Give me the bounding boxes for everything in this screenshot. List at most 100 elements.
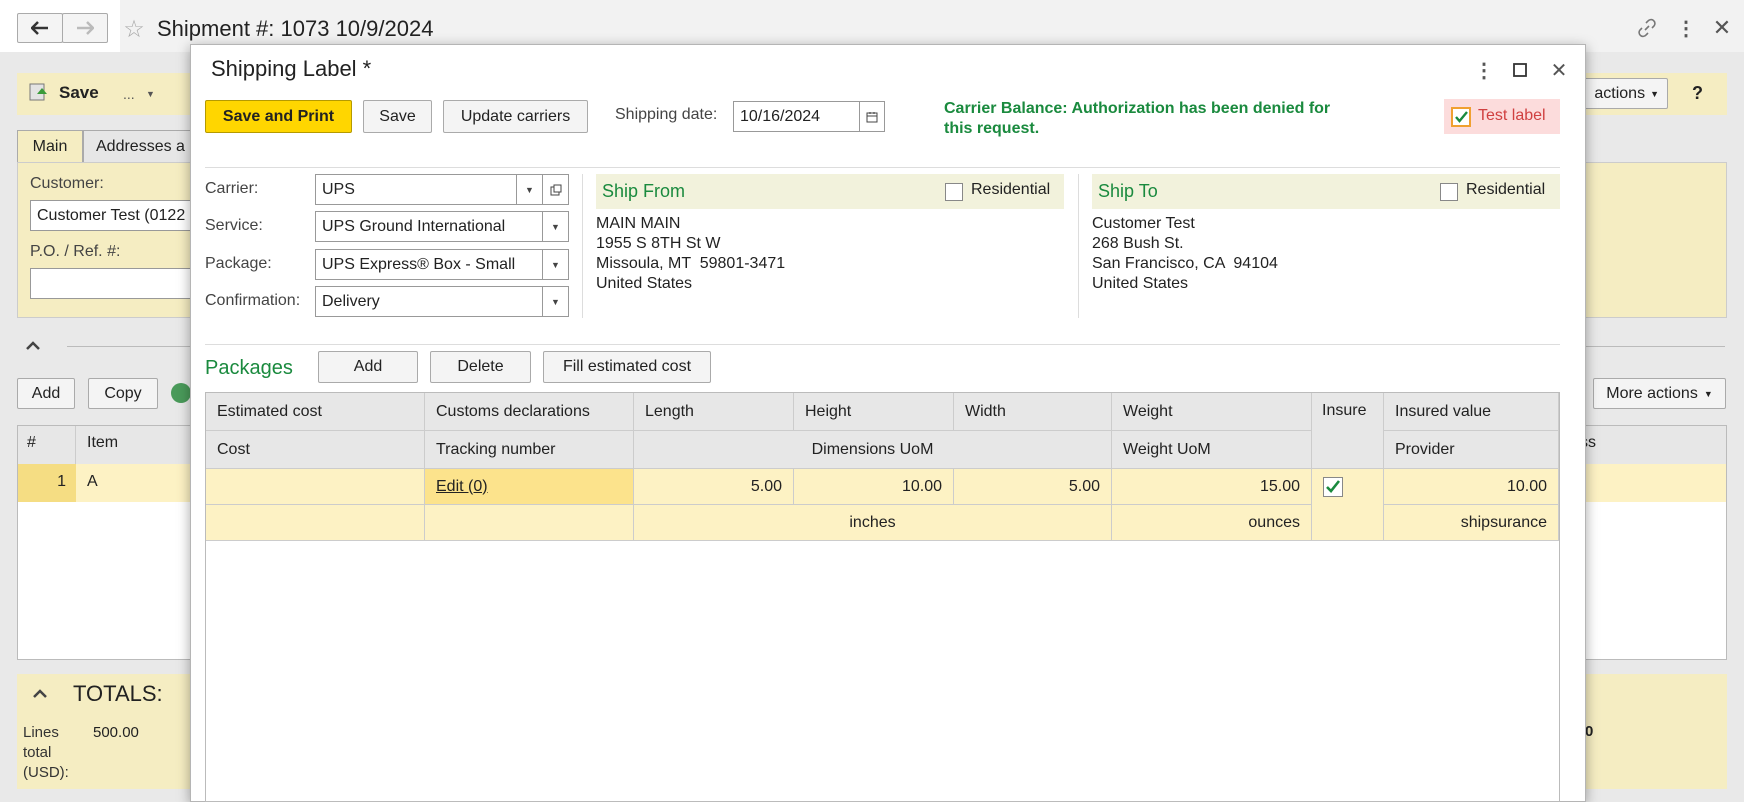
ship-to-address: Customer Test 268 Bush St. San Francisco… (1092, 214, 1278, 294)
carrier-label: Carrier: (205, 180, 259, 197)
address-line: United States (1092, 275, 1189, 292)
address-line: 268 Bush St. (1092, 235, 1184, 252)
chevron-down-icon: ▼ (1650, 88, 1659, 99)
col-insure: Insure (1312, 393, 1384, 469)
divider (1585, 346, 1725, 347)
check-icon (1326, 480, 1341, 493)
cell-width[interactable]: 5.00 (954, 469, 1112, 505)
col-tracking-number: Tracking number (425, 431, 634, 469)
cell-provider[interactable]: shipsurance (1384, 505, 1559, 541)
col-dimensions-uom: Dimensions UoM (634, 431, 1112, 469)
lines-total-value: 500.00 (93, 724, 139, 741)
carrier-select[interactable]: UPS ▼ (315, 174, 569, 205)
col-weight-uom: Weight UoM (1112, 431, 1312, 469)
chevron-down-icon[interactable]: ▼ (542, 250, 568, 279)
right-total-value: 0 (1585, 723, 1594, 740)
fill-estimated-cost-button[interactable]: Fill estimated cost (543, 351, 711, 383)
chevron-down-icon[interactable]: ▼ (516, 175, 542, 204)
chevron-down-icon[interactable]: ▼ (542, 287, 568, 316)
cell-insure[interactable] (1312, 469, 1384, 541)
more-actions-button[interactable]: More actions ▼ (1593, 378, 1726, 409)
globe-icon[interactable] (171, 383, 191, 403)
cell-length[interactable]: 5.00 (634, 469, 794, 505)
save-button[interactable]: Save (363, 100, 432, 133)
close-icon[interactable]: ✕ (1547, 58, 1571, 82)
maximize-icon[interactable] (1510, 60, 1530, 80)
chevron-up-icon[interactable] (30, 683, 54, 707)
cell-insured-value[interactable]: 10.00 (1384, 469, 1559, 505)
cell-dimensions-uom[interactable]: inches (634, 505, 1112, 541)
ship-from-address: MAIN MAIN 1955 S 8TH St W Missoula, MT 5… (596, 214, 785, 294)
cell-cost[interactable] (206, 505, 425, 541)
insure-checkbox[interactable] (1323, 477, 1343, 497)
link-icon[interactable] (1635, 16, 1659, 40)
col-weight: Weight (1112, 393, 1312, 431)
ship-from-residential-label: Residential (971, 181, 1051, 198)
close-page-icon[interactable]: ✕ (1710, 15, 1734, 40)
update-carriers-button[interactable]: Update carriers (443, 100, 588, 133)
confirmation-select[interactable]: Delivery ▼ (315, 286, 569, 317)
ship-to-residential-checkbox[interactable] (1440, 183, 1458, 201)
star-icon[interactable]: ☆ (121, 16, 147, 43)
more-vertical-icon[interactable]: ⋮ (1676, 16, 1696, 40)
cell-tracking-number[interactable] (425, 505, 634, 541)
add-line-button[interactable]: Add (17, 378, 75, 409)
delete-package-button[interactable]: Delete (430, 351, 531, 383)
actions-button[interactable]: actions ▼ (1575, 78, 1668, 109)
more-vertical-icon[interactable]: ⋮ (1474, 58, 1494, 82)
chevron-down-icon[interactable]: ▼ (542, 212, 568, 241)
address-line: Missoula, MT 59801-3471 (596, 255, 786, 272)
lines-total-label: Lines total (USD): (23, 724, 69, 781)
cell-height[interactable]: 10.00 (794, 469, 954, 505)
right-form-panel (1585, 162, 1727, 318)
col-customs-declarations: Customs declarations (425, 393, 634, 431)
save-and-print-button[interactable]: Save and Print (205, 100, 352, 133)
col-estimated-cost: Estimated cost (206, 393, 425, 431)
package-select[interactable]: UPS Express® Box - Small ▼ (315, 249, 569, 280)
tab-addresses[interactable]: Addresses a (83, 130, 193, 163)
shipping-date-value: 10/16/2024 (740, 107, 821, 125)
cell-weight-uom[interactable]: ounces (1112, 505, 1312, 541)
ship-to-residential-label: Residential (1466, 181, 1546, 198)
cell-customs-declarations[interactable]: Edit (0) (425, 469, 634, 505)
edit-customs-link[interactable]: Edit (0) (436, 478, 488, 496)
check-icon (1455, 111, 1468, 123)
col-insured-value: Insured value (1384, 393, 1559, 431)
open-in-new-icon[interactable] (542, 175, 568, 204)
forward-button[interactable] (62, 13, 108, 43)
po-field[interactable] (30, 268, 200, 299)
divider (205, 167, 1560, 168)
divider (205, 344, 1560, 345)
cell-weight[interactable]: 15.00 (1112, 469, 1312, 505)
add-package-button[interactable]: Add (318, 351, 418, 383)
col-item: Item (87, 434, 119, 451)
customer-field[interactable]: Customer Test (0122 (30, 200, 200, 231)
copy-line-button[interactable]: Copy (88, 378, 158, 409)
shipping-date-field[interactable]: 10/16/2024 (733, 101, 885, 132)
save-button[interactable]: Save (59, 83, 99, 103)
row-item: A (87, 473, 98, 490)
ship-from-residential-checkbox[interactable] (945, 183, 963, 201)
chevron-up-icon[interactable] (23, 335, 47, 359)
tab-addresses-label: Addresses a (96, 137, 185, 155)
address-line: 1955 S 8TH St W (596, 235, 721, 252)
service-select[interactable]: UPS Ground International ▼ (315, 211, 569, 242)
confirmation-value: Delivery (322, 292, 380, 310)
po-label: P.O. / Ref. #: (30, 243, 121, 260)
back-button[interactable] (17, 13, 63, 43)
tab-main[interactable]: Main (17, 130, 83, 163)
help-button[interactable]: ? (1692, 83, 1703, 104)
test-label-checkbox[interactable] (1451, 107, 1471, 127)
service-value: UPS Ground International (322, 217, 506, 235)
address-line: United States (596, 275, 693, 292)
col-cost: Cost (206, 431, 425, 469)
calendar-icon[interactable] (859, 102, 884, 131)
ellipsis-menu[interactable]: ... (123, 86, 135, 102)
arrow-right-icon (77, 21, 94, 35)
cell-estimated-cost[interactable] (206, 469, 425, 505)
actions-label: actions (1594, 84, 1646, 102)
package-value: UPS Express® Box - Small (322, 255, 516, 273)
col-length: Length (634, 393, 794, 431)
page-title: Shipment #: 1073 10/9/2024 (157, 16, 434, 41)
shipping-date-label: Shipping date: (615, 106, 718, 123)
